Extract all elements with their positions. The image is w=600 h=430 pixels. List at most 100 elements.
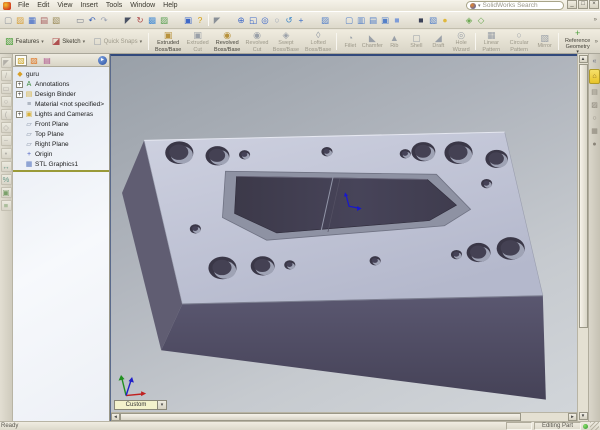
view-selector-dropdown-icon[interactable]: ▾ bbox=[158, 400, 167, 410]
revolved-boss-base-button[interactable]: ◉ Revolved Boss/Base bbox=[210, 30, 244, 53]
dimension-tool-icon[interactable]: ↔ bbox=[1, 161, 12, 172]
close-button[interactable]: × bbox=[589, 0, 599, 9]
tree-item-stl-graphics[interactable]: ▦ STL Graphics1 bbox=[16, 159, 109, 169]
appearances-icon[interactable]: ● bbox=[590, 139, 600, 149]
shell-button[interactable]: ▢ Shell bbox=[405, 30, 427, 53]
line-tool-icon[interactable]: / bbox=[1, 70, 12, 81]
shaded-icon[interactable]: ■ bbox=[391, 14, 403, 27]
tab-features[interactable]: ▧ Features ▾ bbox=[1, 30, 48, 53]
expand-icon[interactable] bbox=[16, 151, 23, 158]
tree-item-front-plane[interactable]: ▱ Front Plane bbox=[16, 119, 109, 129]
tab-quick-snaps[interactable]: ▢ Quick Snaps ▾ bbox=[89, 30, 146, 53]
convert-entities-icon[interactable]: ▣ bbox=[1, 187, 12, 198]
menu-item[interactable]: Tools bbox=[102, 0, 126, 11]
tree-root-item[interactable]: ◆ guru bbox=[16, 69, 109, 79]
menu-item[interactable]: Help bbox=[159, 0, 181, 11]
zoom-selection-icon[interactable]: ○ bbox=[271, 14, 283, 27]
vertical-scroll-thumb[interactable] bbox=[579, 64, 588, 328]
help-icon[interactable]: ? bbox=[194, 14, 206, 27]
search-box[interactable]: ▾ SolidWorks Search bbox=[466, 1, 564, 10]
expand-icon[interactable] bbox=[16, 161, 23, 168]
swept-boss-base-button[interactable]: ◈ Swept Boss/Base bbox=[270, 30, 302, 53]
save-icon[interactable]: ▦ bbox=[26, 14, 38, 27]
chamfer-button[interactable]: ◣ Chamfer bbox=[361, 30, 383, 53]
tab-sketch[interactable]: ◪ Sketch ▾ bbox=[48, 30, 89, 53]
restore-button[interactable]: □ bbox=[578, 0, 588, 9]
tree-item-top-plane[interactable]: ▱ Top Plane bbox=[16, 129, 109, 139]
zoom-area-icon[interactable]: ◱ bbox=[247, 14, 259, 27]
extruded-cut-button[interactable]: ▣ Extruded Cut bbox=[185, 30, 210, 53]
minimize-button[interactable]: _ bbox=[567, 0, 577, 9]
expand-icon[interactable] bbox=[16, 101, 23, 108]
chevron-down-icon[interactable]: ▾ bbox=[140, 39, 143, 45]
rotate-view-icon[interactable]: ↺ bbox=[283, 14, 295, 27]
tree-item-material[interactable]: ≡ Material <not specified> bbox=[16, 99, 109, 109]
featuremanager-tab[interactable]: ▧ bbox=[15, 55, 27, 66]
rollback-bar[interactable] bbox=[13, 170, 109, 172]
view-palette-icon[interactable]: ▦ bbox=[590, 126, 600, 136]
wireframe-icon[interactable]: ▢ bbox=[343, 14, 355, 27]
scroll-right-icon[interactable]: ► bbox=[568, 413, 577, 421]
hidden-lines-visible-icon[interactable]: ▥ bbox=[355, 14, 367, 27]
new-icon[interactable]: ▢ bbox=[2, 14, 14, 27]
chevron-down-icon[interactable]: ▾ bbox=[478, 3, 481, 9]
realview-icon[interactable]: ● bbox=[439, 14, 451, 27]
expand-icon[interactable]: + bbox=[16, 81, 23, 88]
resize-grip[interactable] bbox=[590, 422, 599, 430]
texture-icon[interactable]: ▨ bbox=[158, 14, 170, 27]
collapse-taskpane-icon[interactable]: « bbox=[590, 56, 600, 66]
open-icon[interactable]: ▨ bbox=[14, 14, 26, 27]
select-icon[interactable]: ◤ bbox=[122, 14, 134, 27]
solidworks-resources-icon[interactable]: ⌂ bbox=[589, 69, 600, 84]
tree-item-right-plane[interactable]: ▱ Right Plane bbox=[16, 139, 109, 149]
draft-button[interactable]: ◢ Draft bbox=[427, 30, 449, 53]
make-assembly-icon[interactable]: ▧ bbox=[50, 14, 62, 27]
extruded-boss-base-button[interactable]: ▣ Extruded Boss/Base bbox=[151, 30, 185, 53]
circle-tool-icon[interactable]: ○ bbox=[1, 96, 12, 107]
tools-options-icon[interactable]: ▣ bbox=[182, 14, 194, 27]
lighting-icon[interactable]: ◇ bbox=[475, 14, 487, 27]
menu-item[interactable]: Window bbox=[126, 0, 159, 11]
menu-item[interactable]: Edit bbox=[33, 0, 53, 11]
tree-item-lights-cameras[interactable]: + ▣ Lights and Cameras bbox=[16, 109, 109, 119]
horizontal-scroll-thumb[interactable] bbox=[120, 413, 521, 421]
toolbar-overflow-icon[interactable]: » bbox=[594, 17, 598, 23]
file-explorer-icon[interactable]: ▨ bbox=[590, 100, 600, 110]
offset-entities-icon[interactable]: ≡ bbox=[1, 200, 12, 211]
search-icon[interactable]: ○ bbox=[590, 113, 600, 123]
menu-item[interactable]: File bbox=[14, 0, 33, 11]
spline-tool-icon[interactable]: ~ bbox=[1, 135, 12, 146]
expand-icon[interactable]: + bbox=[16, 111, 23, 118]
hidden-lines-removed-icon[interactable]: ▤ bbox=[367, 14, 379, 27]
design-library-icon[interactable]: ▤ bbox=[590, 87, 600, 97]
rebuild-icon[interactable]: ↻ bbox=[134, 14, 146, 27]
expand-icon[interactable] bbox=[16, 131, 23, 138]
select-tool-icon[interactable]: ◤ bbox=[1, 57, 12, 68]
rectangle-tool-icon[interactable]: ▭ bbox=[1, 83, 12, 94]
revolved-cut-button[interactable]: ◉ Revolved Cut bbox=[244, 30, 270, 53]
shaded-with-edges-icon[interactable]: ▣ bbox=[379, 14, 391, 27]
hole-wizard-button[interactable]: ◎ Hole Wizard bbox=[449, 30, 473, 53]
vertical-scrollbar[interactable]: ▲ ▼ bbox=[577, 54, 588, 421]
zoom-fit-icon[interactable]: ⊕ bbox=[235, 14, 247, 27]
rib-button[interactable]: ▲ Rib bbox=[383, 30, 405, 53]
make-drawing-icon[interactable]: ▤ bbox=[38, 14, 50, 27]
view-selector[interactable]: Custom ▾ bbox=[114, 400, 167, 410]
scroll-left-icon[interactable]: ◄ bbox=[111, 413, 120, 421]
command-overflow-icon[interactable]: » bbox=[595, 39, 599, 45]
zoom-in-out-icon[interactable]: ◎ bbox=[259, 14, 271, 27]
expand-icon[interactable] bbox=[16, 141, 23, 148]
chevron-down-icon[interactable]: ▾ bbox=[41, 39, 44, 45]
polygon-tool-icon[interactable]: ◇ bbox=[1, 122, 12, 133]
standard-views-icon[interactable]: ▨ bbox=[319, 14, 331, 27]
scroll-down-icon[interactable]: ▼ bbox=[579, 412, 588, 420]
expand-icon[interactable]: + bbox=[16, 91, 23, 98]
lofted-boss-base-button[interactable]: ◊ Lofted Boss/Base bbox=[302, 30, 334, 53]
linear-pattern-button[interactable]: ▦ Linear Pattern bbox=[478, 30, 505, 53]
tree-item-design-binder[interactable]: + ▤ Design Binder bbox=[16, 89, 109, 99]
print-icon[interactable]: ▭ bbox=[74, 14, 86, 27]
scroll-up-ic on[interactable]: ▲ bbox=[579, 55, 588, 63]
horizontal-scrollbar[interactable]: ◄ ► bbox=[111, 412, 577, 421]
tree-item-origin[interactable]: + Origin bbox=[16, 149, 109, 159]
trim-tool-icon[interactable]: % bbox=[1, 174, 12, 185]
